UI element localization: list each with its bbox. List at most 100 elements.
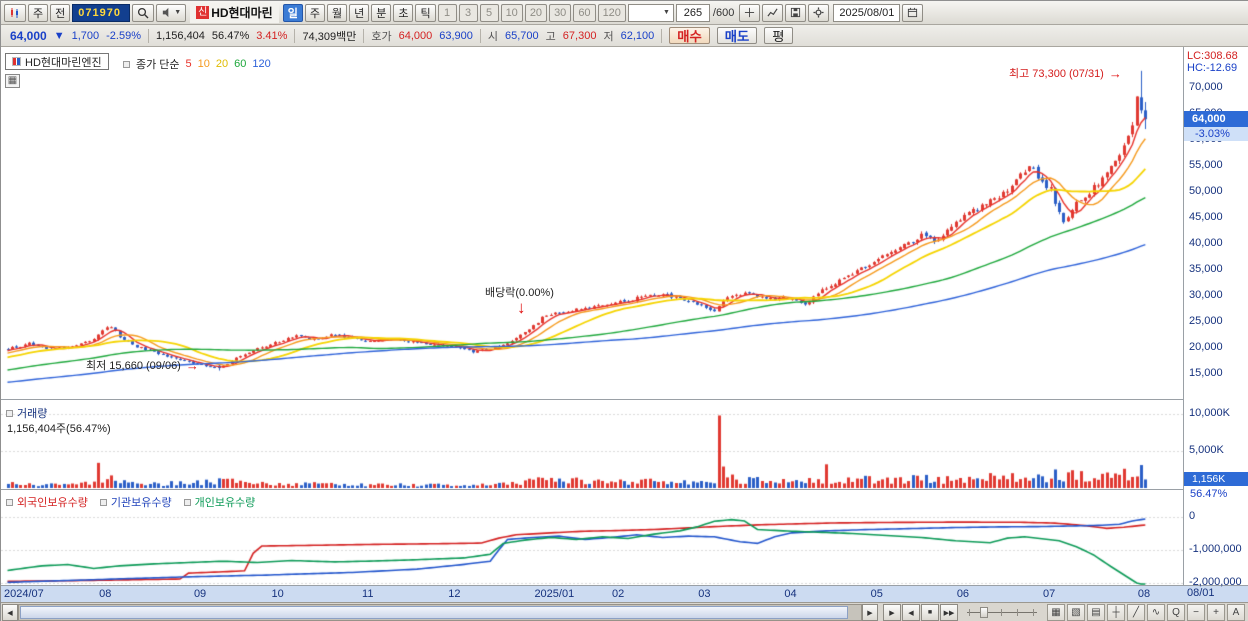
- stock-code-input[interactable]: 071970: [72, 3, 131, 22]
- stock-name-label: HD현대마린: [211, 6, 273, 20]
- legend-ma5: 5: [185, 58, 192, 70]
- save-icon[interactable]: [785, 3, 807, 22]
- period-tab-second[interactable]: 초: [393, 3, 414, 22]
- interval-30-button[interactable]: 30: [549, 3, 572, 22]
- volume-square-icon[interactable]: [6, 409, 13, 417]
- high-price: 67,300: [562, 29, 597, 42]
- month-label: 08: [99, 588, 112, 600]
- zoom-out-button[interactable]: −: [1187, 604, 1205, 621]
- period-tab-week[interactable]: 주: [304, 3, 325, 22]
- individual-square-icon[interactable]: [183, 498, 191, 506]
- price-chart-canvas[interactable]: [1, 47, 1183, 399]
- holdings-legend: 외국인보유수량 기관보유수량 개인보유수량: [6, 494, 255, 510]
- volume-axis-label: 5,000K: [1189, 444, 1224, 456]
- zoom-tool-icon[interactable]: Q: [1167, 604, 1185, 621]
- divider: [479, 28, 481, 43]
- legend-square-icon[interactable]: [123, 60, 130, 68]
- avg-button[interactable]: 평: [764, 27, 793, 44]
- foreign-square-icon[interactable]: [6, 498, 13, 506]
- volume-panel: 거래량 1,156,404주(56.47%): [1, 400, 1183, 490]
- bid-price: 63,900: [439, 29, 473, 42]
- fast-forward-button[interactable]: ▶▶: [940, 604, 958, 621]
- ex-dividend-arrow-icon: ↓: [517, 298, 526, 317]
- wave-tool-icon[interactable]: ∿: [1147, 604, 1165, 621]
- speaker-dropdown-icon[interactable]: ▼: [174, 9, 181, 16]
- settings-gear-icon[interactable]: [808, 3, 830, 22]
- ask-price: 64,000: [398, 29, 433, 42]
- crosshair-icon[interactable]: ┼: [1107, 604, 1125, 621]
- x-axis[interactable]: 2024/07 08 09 10 11 12 2025/01 02 03 04 05 06 07 08: [1, 585, 1248, 602]
- search-icon[interactable]: [132, 3, 155, 22]
- zoom-tick: [969, 609, 970, 616]
- price-axis-label: 55,000: [1189, 159, 1223, 171]
- zoom-slider-thumb[interactable]: [980, 607, 988, 618]
- interval-select[interactable]: ▼: [627, 3, 674, 22]
- sell-button[interactable]: 매도: [716, 27, 758, 44]
- candle-mini-icon: [12, 57, 21, 66]
- holdings-axis-label: 0: [1189, 510, 1196, 522]
- month-label: 08: [1137, 588, 1151, 600]
- right-axis-column[interactable]: LC:308.68 HC:-12.69 64,000 -3.03% 1,156K…: [1183, 47, 1248, 588]
- date-input[interactable]: 2025/08/01: [833, 3, 901, 22]
- month-label: 04: [784, 588, 797, 600]
- speaker-icon[interactable]: ▼: [156, 3, 187, 22]
- period-tab-minute[interactable]: 분: [371, 3, 392, 22]
- hoga-label: 호가: [371, 30, 392, 43]
- chart-area: HD현대마린엔진 ▦ 종가 단순 5 10 20 60 120 최고 73,30…: [1, 47, 1248, 602]
- volume-ratio: 56.47%: [211, 29, 250, 42]
- volume-value: 1,156,404: [155, 29, 205, 42]
- stock-label-box[interactable]: HD현대마린엔진: [5, 53, 109, 70]
- auto-scale-button[interactable]: A: [1227, 604, 1245, 621]
- period-tab-day[interactable]: 일: [282, 3, 303, 22]
- interval-5-button[interactable]: 5: [479, 3, 499, 22]
- price-axis-label: 40,000: [1189, 237, 1223, 249]
- chevron-down-icon: ▼: [662, 9, 670, 16]
- prev-button[interactable]: 전: [50, 3, 71, 22]
- select-tool-icon[interactable]: [739, 3, 761, 22]
- play-button[interactable]: ▶: [883, 604, 901, 621]
- chart-scrollbar[interactable]: [18, 604, 862, 621]
- bottom-toolbar: ◀ ▶ ▶ ◀ ■ ▶▶ ▦ ▧ ▤ ┼ ╱ ∿ Q − + A: [1, 602, 1248, 621]
- month-label: 02: [612, 588, 625, 600]
- calendar-icon[interactable]: [902, 3, 924, 22]
- buy-button[interactable]: 매수: [669, 27, 710, 44]
- rows-chart-icon[interactable]: ▤: [1087, 604, 1105, 621]
- month-label: 09: [193, 588, 207, 600]
- zoom-slider[interactable]: [967, 604, 1037, 621]
- scrollbar-thumb[interactable]: [20, 606, 848, 619]
- institution-square-icon[interactable]: [99, 498, 107, 506]
- period-tab-tick[interactable]: 틱: [415, 3, 436, 22]
- period-tab-year[interactable]: 년: [349, 3, 370, 22]
- scroll-left-button[interactable]: ◀: [2, 604, 18, 621]
- split-chart-icon[interactable]: ▧: [1067, 604, 1085, 621]
- zoom-in-button[interactable]: +: [1207, 604, 1225, 621]
- trend-tool-icon[interactable]: [762, 3, 784, 22]
- legend-ma60: 60: [234, 58, 247, 70]
- interval-3-button[interactable]: 3: [458, 3, 478, 22]
- individual-holdings-label: 개인보유수량: [194, 497, 256, 509]
- scroll-right-button[interactable]: ▶: [862, 604, 878, 621]
- grid-chart-icon[interactable]: ▦: [1047, 604, 1065, 621]
- low-annotation-text: 최저 15,660 (09/06): [86, 360, 181, 372]
- hc-indicator: HC:-12.69: [1187, 62, 1238, 74]
- period-tab-month[interactable]: 월: [326, 3, 348, 22]
- stop-button[interactable]: ■: [921, 604, 939, 621]
- volume-axis-label: 10,000K: [1189, 407, 1230, 419]
- stock-name: 신 HD현대마린: [190, 2, 279, 23]
- bar-count-input[interactable]: 265: [675, 3, 710, 22]
- volume-chart-canvas[interactable]: [1, 400, 1183, 489]
- stock-label: HD현대마린엔진: [25, 56, 102, 69]
- chart-type-icon[interactable]: [4, 3, 26, 22]
- interval-60-button[interactable]: 60: [573, 3, 596, 22]
- week-button[interactable]: 주: [28, 3, 49, 22]
- date-value: 2025/08/01: [839, 6, 895, 19]
- low-price: 62,100: [620, 29, 655, 42]
- current-price-badge: 64,000: [1184, 111, 1248, 127]
- interval-1-button[interactable]: 1: [437, 3, 457, 22]
- trendline-icon[interactable]: ╱: [1127, 604, 1145, 621]
- interval-120-button[interactable]: 120: [597, 3, 626, 22]
- interval-20-button[interactable]: 20: [524, 3, 548, 22]
- interval-10-button[interactable]: 10: [500, 3, 523, 22]
- indicator-settings-icon[interactable]: ▦: [5, 74, 20, 88]
- rewind-button[interactable]: ◀: [902, 604, 920, 621]
